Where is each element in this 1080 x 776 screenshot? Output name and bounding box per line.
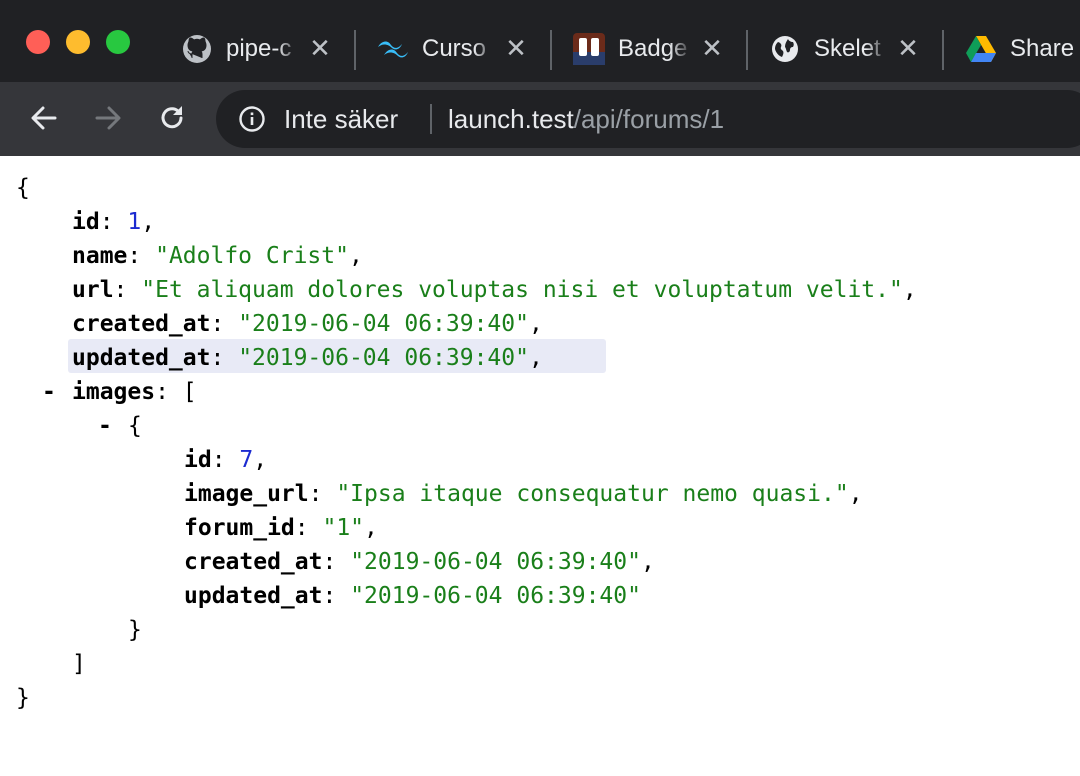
- json-images-close: ]: [72, 651, 86, 677]
- tab-skeleton[interactable]: Skelet ✕: [744, 22, 940, 74]
- json-viewer: { id: 1, name: "Adolfo Crist", url: "Et …: [0, 156, 1080, 776]
- json-open-brace: {: [16, 175, 30, 201]
- json-line-created-at: created_at: "2019-06-04 06:39:40",: [72, 311, 543, 337]
- browser-toolbar: Inte säker launch.test/api/forums/1: [0, 82, 1080, 156]
- json-line-updated-at: updated_at: "2019-06-04 06:39:40",: [72, 345, 543, 371]
- address-bar[interactable]: Inte säker launch.test/api/forums/1: [216, 90, 1080, 148]
- json-image-line-image-url: image_url: "Ipsa itaque consequatur nemo…: [184, 481, 863, 507]
- json-line-images: images: [: [72, 379, 197, 405]
- tailwind-icon: [376, 32, 410, 66]
- tab-tailwind[interactable]: Curso ✕: [352, 22, 548, 74]
- tab-strip: pipe-c ✕ Curso ✕ Badge ✕ Skelet ✕ Share: [0, 0, 1080, 82]
- reload-button[interactable]: [152, 98, 192, 138]
- info-icon[interactable]: [238, 105, 266, 133]
- json-image-line-forum-id: forum_id: "1",: [184, 515, 378, 541]
- tab-github[interactable]: pipe-c ✕: [156, 22, 352, 74]
- json-line-url: url: "Et aliquam dolores voluptas nisi e…: [72, 277, 917, 303]
- minimize-window-button[interactable]: [66, 30, 90, 54]
- tab-title: Skelet: [814, 35, 881, 62]
- security-label[interactable]: Inte säker: [284, 103, 398, 135]
- reload-icon: [161, 106, 183, 129]
- google-drive-icon: [964, 32, 998, 66]
- tab-title: Curso: [422, 35, 487, 62]
- back-button[interactable]: [24, 98, 64, 138]
- json-image-close: }: [128, 617, 142, 643]
- json-close-brace: }: [16, 685, 30, 711]
- arrow-right-icon: [95, 106, 121, 130]
- collapse-images-toggle[interactable]: -: [42, 375, 56, 409]
- close-icon[interactable]: ✕: [504, 35, 528, 61]
- tab-google-drive[interactable]: Share: [940, 22, 1080, 74]
- globe-icon: [768, 32, 802, 66]
- json-line-id: id: 1,: [72, 209, 156, 235]
- tab-title: Badge: [618, 35, 688, 62]
- close-window-button[interactable]: [26, 30, 50, 54]
- url-text[interactable]: launch.test/api/forums/1: [448, 103, 724, 135]
- collapse-image-toggle[interactable]: -: [98, 409, 112, 443]
- json-image-line-created-at: created_at: "2019-06-04 06:39:40",: [184, 549, 655, 575]
- url-path: /api/forums/1: [573, 104, 725, 134]
- json-line-name: name: "Adolfo Crist",: [72, 243, 363, 269]
- github-icon: [180, 32, 214, 66]
- forward-button[interactable]: [88, 98, 128, 138]
- badge-app-icon: [572, 32, 606, 66]
- json-image-line-updated-at: updated_at: "2019-06-04 06:39:40": [184, 583, 641, 609]
- address-divider: [430, 104, 432, 134]
- tab-title: pipe-c: [226, 35, 292, 62]
- arrow-left-icon: [31, 106, 57, 130]
- json-image-open: {: [128, 413, 142, 439]
- json-image-line-id: id: 7,: [184, 447, 268, 473]
- tab-title: Share: [1010, 35, 1075, 62]
- close-icon[interactable]: ✕: [308, 35, 332, 61]
- tab-badge[interactable]: Badge ✕: [548, 22, 744, 74]
- close-icon[interactable]: ✕: [700, 35, 724, 61]
- url-host: launch.test: [448, 104, 574, 134]
- maximize-window-button[interactable]: [106, 30, 130, 54]
- close-icon[interactable]: ✕: [896, 35, 920, 61]
